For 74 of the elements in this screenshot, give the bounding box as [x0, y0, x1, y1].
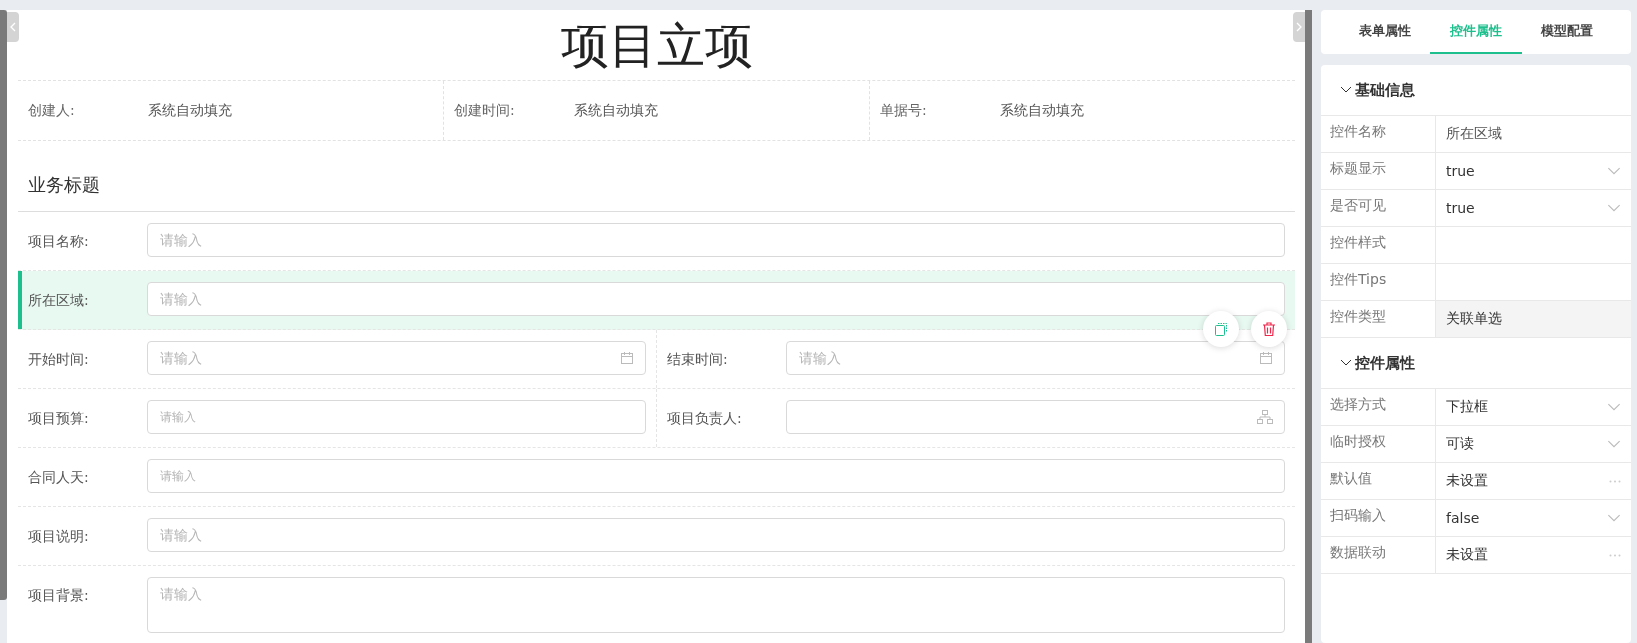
calendar-icon [1259, 351, 1273, 365]
field-label: 创建时间: [454, 101, 516, 120]
form-row[interactable]: 合同人天: 请输入 [18, 448, 1295, 507]
field-label: 项目预算: [28, 409, 90, 428]
input-field[interactable]: 请输入 [147, 459, 1285, 493]
chevron-down-icon [1607, 166, 1621, 176]
date-field[interactable]: 请输入 [147, 341, 646, 375]
scrollbar[interactable] [0, 10, 7, 600]
property-label: 默认值 [1321, 463, 1436, 499]
property-label: 临时授权 [1321, 426, 1436, 462]
section-header[interactable]: 基础信息 [1321, 65, 1631, 115]
form-row[interactable]: 项目说明: 请输入 [18, 507, 1295, 566]
field-label: 创建人: [28, 101, 76, 120]
more-icon[interactable] [1609, 479, 1621, 483]
field-value: 系统自动填充 [574, 101, 658, 120]
property-value: 所在区域 [1446, 125, 1502, 143]
field-label: 合同人天: [28, 468, 90, 487]
field-label: 所在区域: [28, 291, 90, 310]
property-label: 控件样式 [1321, 227, 1436, 263]
chevron-down-icon [1607, 402, 1621, 412]
property-value: true [1446, 163, 1475, 179]
chevron-down-icon [1607, 203, 1621, 213]
form-row[interactable]: 项目预算: 请输入 项目负责人: [18, 389, 1295, 448]
property-label: 数据联动 [1321, 537, 1436, 573]
input-field[interactable]: 请输入 [147, 282, 1285, 316]
property-value: false [1446, 510, 1480, 526]
picker-field[interactable] [786, 400, 1285, 434]
input-field[interactable]: 请输入 [147, 400, 646, 434]
property-label: 控件Tips [1321, 264, 1436, 300]
collapse-handle[interactable] [1293, 12, 1305, 42]
text-area[interactable]: 请输入 [147, 577, 1285, 633]
form-row[interactable]: 开始时间: 请输入 结束时间: 请输入 [18, 330, 1295, 389]
property-label: 扫码输入 [1321, 500, 1436, 536]
chevron-down-icon [1339, 358, 1353, 368]
chevron-down-icon [1607, 439, 1621, 449]
tab[interactable]: 表单属性 [1339, 10, 1431, 54]
date-field[interactable]: 请输入 [786, 341, 1285, 375]
property-label: 控件名称 [1321, 116, 1436, 152]
field-label: 项目说明: [28, 527, 90, 546]
property-label: 标题显示 [1321, 153, 1436, 189]
field-label: 项目名称: [28, 232, 90, 251]
section-header[interactable]: 控件属性 [1321, 338, 1631, 388]
property-label: 选择方式 [1321, 389, 1436, 425]
org-chart-icon [1257, 410, 1273, 424]
input-field[interactable]: 请输入 [147, 518, 1285, 552]
field-label: 项目背景: [28, 586, 90, 605]
property-label: 是否可见 [1321, 190, 1436, 226]
property-value: 未设置 [1446, 546, 1488, 564]
tab[interactable]: 模型配置 [1521, 10, 1613, 54]
field-label: 结束时间: [667, 350, 729, 369]
trash-icon [1261, 321, 1277, 337]
form-row[interactable]: 项目背景: 请输入 [18, 566, 1295, 643]
form-title: 项目立项 [559, 16, 754, 75]
calendar-icon [620, 351, 634, 365]
chevron-down-icon [1339, 85, 1353, 95]
property-value: 关联单选 [1446, 310, 1502, 328]
section-title: 业务标题 [18, 141, 1295, 212]
field-label: 开始时间: [28, 350, 90, 369]
property-value: 可读 [1446, 435, 1474, 453]
field-value: 系统自动填充 [148, 101, 232, 120]
input-field[interactable]: 请输入 [147, 223, 1285, 257]
more-icon[interactable] [1609, 553, 1621, 557]
field-value: 系统自动填充 [1000, 101, 1084, 120]
property-value: true [1446, 200, 1475, 216]
splitter[interactable] [1305, 10, 1312, 643]
property-value: 下拉框 [1446, 398, 1488, 416]
selected-row[interactable]: 所在区域: 请输入 [18, 271, 1295, 330]
collapse-handle[interactable] [7, 12, 19, 42]
chevron-down-icon [1607, 513, 1621, 523]
field-label: 项目负责人: [667, 409, 743, 428]
form-row[interactable]: 项目名称: 请输入 [18, 212, 1295, 271]
property-value: 未设置 [1446, 472, 1488, 490]
field-label: 单据号: [880, 101, 928, 120]
copy-icon [1213, 321, 1229, 337]
